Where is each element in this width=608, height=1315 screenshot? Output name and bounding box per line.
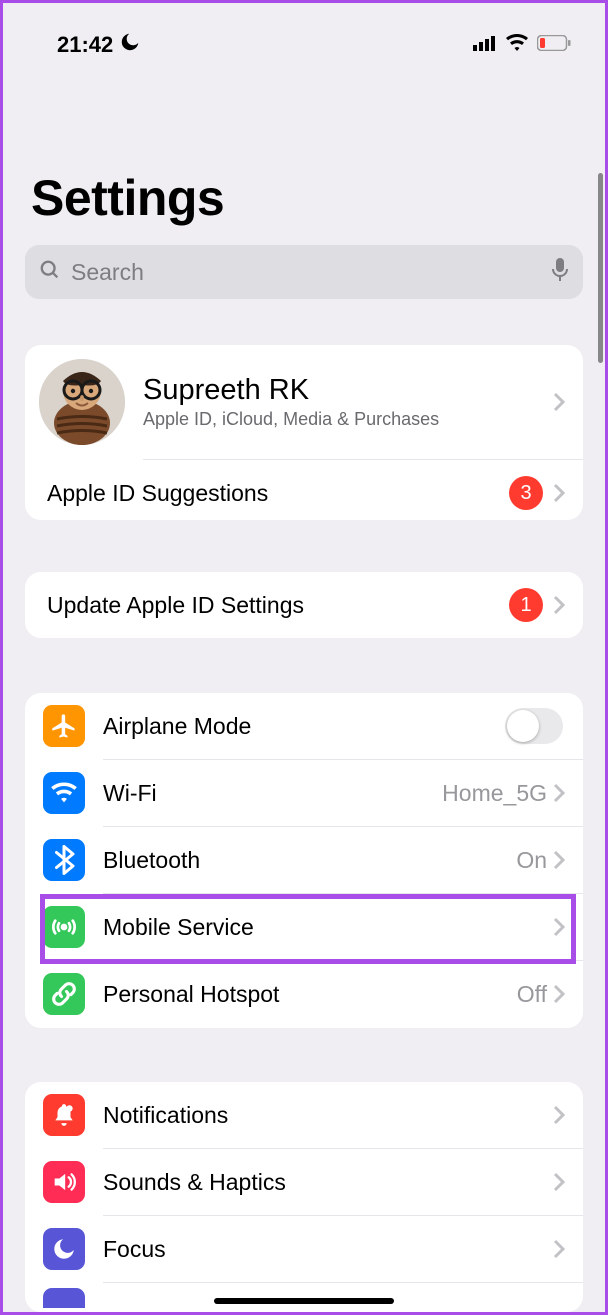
avatar [39, 359, 125, 445]
focus-row[interactable]: Focus [25, 1216, 583, 1282]
notifications-row[interactable]: Notifications [25, 1082, 583, 1148]
wifi-value: Home_5G [442, 780, 547, 807]
bluetooth-row[interactable]: Bluetooth On [25, 827, 583, 893]
profile-name: Supreeth RK [143, 374, 553, 407]
chevron-right-icon [553, 595, 565, 615]
chevron-right-icon [553, 984, 565, 1004]
chevron-right-icon [553, 850, 565, 870]
notifications-label: Notifications [85, 1102, 553, 1129]
wifi-row[interactable]: Wi-Fi Home_5G [25, 760, 583, 826]
home-indicator[interactable] [214, 1298, 394, 1304]
page-title: Settings [3, 59, 605, 245]
wifi-label: Wi-Fi [85, 780, 442, 807]
speaker-icon [43, 1161, 85, 1203]
hotspot-label: Personal Hotspot [85, 981, 517, 1008]
bell-icon [43, 1094, 85, 1136]
focus-label: Focus [85, 1236, 553, 1263]
moon-icon [119, 31, 141, 59]
profile-subtitle: Apple ID, iCloud, Media & Purchases [143, 409, 553, 430]
mobile-service-row[interactable]: Mobile Service [25, 894, 583, 960]
update-apple-id-label: Update Apple ID Settings [47, 592, 509, 619]
chevron-right-icon [553, 1239, 565, 1259]
airplane-icon [43, 705, 85, 747]
apple-id-suggestions-row[interactable]: Apple ID Suggestions 3 [25, 460, 583, 526]
airplane-mode-row[interactable]: Airplane Mode [25, 693, 583, 759]
hotspot-value: Off [517, 981, 547, 1008]
airplane-toggle[interactable] [505, 708, 563, 744]
search-input[interactable] [71, 259, 541, 286]
chevron-right-icon [553, 783, 565, 803]
link-icon [43, 973, 85, 1015]
bluetooth-label: Bluetooth [85, 847, 516, 874]
mobile-service-label: Mobile Service [85, 914, 553, 941]
personal-hotspot-row[interactable]: Personal Hotspot Off [25, 961, 583, 1027]
chevron-right-icon [553, 483, 565, 503]
update-card: Update Apple ID Settings 1 [25, 572, 583, 638]
scrollbar[interactable] [598, 173, 603, 363]
partial-icon [43, 1288, 85, 1308]
apple-id-suggestions-label: Apple ID Suggestions [47, 480, 509, 507]
moon-icon [43, 1228, 85, 1270]
battery-icon [537, 35, 571, 56]
sounds-row[interactable]: Sounds & Haptics [25, 1149, 583, 1215]
chevron-right-icon [553, 1172, 565, 1192]
bluetooth-value: On [516, 847, 547, 874]
chevron-right-icon [553, 392, 565, 412]
status-icons [473, 34, 571, 57]
wifi-icon [505, 34, 529, 57]
cellular-icon [473, 35, 497, 56]
search-icon [39, 259, 61, 286]
sounds-label: Sounds & Haptics [85, 1169, 553, 1196]
search-field[interactable] [25, 245, 583, 299]
connectivity-card: Airplane Mode Wi-Fi Home_5G Bluetooth On… [25, 693, 583, 1028]
status-bar: 21:42 [3, 3, 605, 59]
profile-row[interactable]: Supreeth RK Apple ID, iCloud, Media & Pu… [25, 345, 583, 459]
general-card: Notifications Sounds & Haptics Focus [25, 1082, 583, 1312]
badge: 3 [509, 476, 543, 510]
bluetooth-icon [43, 839, 85, 881]
status-time: 21:42 [57, 32, 113, 58]
chevron-right-icon [553, 917, 565, 937]
update-apple-id-row[interactable]: Update Apple ID Settings 1 [25, 572, 583, 638]
badge: 1 [509, 588, 543, 622]
profile-card: Supreeth RK Apple ID, iCloud, Media & Pu… [25, 345, 583, 520]
antenna-icon [43, 906, 85, 948]
status-time-group: 21:42 [57, 31, 141, 59]
wifi-icon [43, 772, 85, 814]
airplane-label: Airplane Mode [85, 713, 505, 740]
microphone-icon[interactable] [551, 258, 569, 287]
chevron-right-icon [553, 1105, 565, 1125]
